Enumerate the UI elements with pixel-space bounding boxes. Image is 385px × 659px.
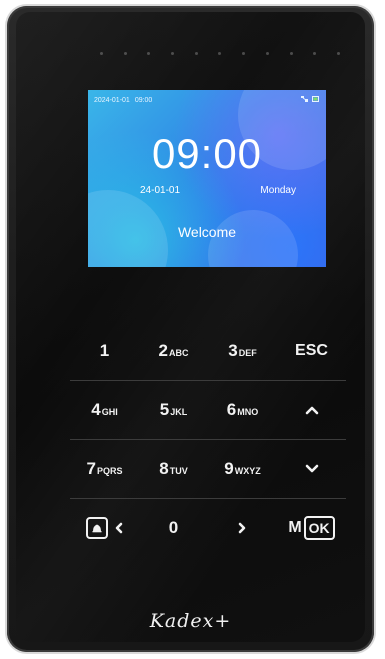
keypad-row-3: 7 PQRS 8 TUV 9 WXYZ: [70, 440, 346, 499]
keypad-row-2: 4 GHI 5 JKL 6 MNO: [70, 381, 346, 440]
sensor-dot: [123, 52, 127, 55]
key-2[interactable]: 2 ABC: [139, 341, 208, 361]
key-letters: DEF: [238, 348, 257, 358]
key-letters: MNO: [237, 407, 259, 417]
key-1[interactable]: 1: [70, 341, 139, 361]
status-date: 2024-01-01: [94, 97, 130, 104]
key-digit: 9: [224, 459, 234, 478]
sensor-dot: [265, 52, 269, 55]
key-letters: ABC: [168, 348, 189, 358]
date-line: 24-01-01 Monday: [140, 185, 296, 197]
key-esc-label: ESC: [295, 342, 328, 359]
keypad: 1 2 ABC 3 DEF ESC 4 GHI 5 JKL 6 MNO 7 PQ…: [70, 322, 346, 557]
menu-key[interactable]: M: [288, 519, 301, 537]
sensor-dot: [100, 52, 103, 55]
key-digit: 0: [168, 518, 179, 537]
key-digit: 3: [228, 341, 238, 360]
keypad-row-1: 1 2 ABC 3 DEF ESC: [70, 322, 346, 381]
chevron-up-icon: [305, 405, 319, 415]
sensor-dot: [336, 52, 340, 55]
key-down[interactable]: [277, 464, 346, 474]
status-time: 09:00: [134, 97, 153, 104]
key-6[interactable]: 6 MNO: [208, 400, 277, 420]
sensor-dot: [313, 52, 317, 55]
key-up[interactable]: [277, 405, 346, 415]
sensor-dot: [171, 52, 175, 55]
key-letters: TUV: [169, 466, 188, 476]
key-8[interactable]: 8 TUV: [139, 459, 208, 479]
key-bell-left[interactable]: [70, 517, 139, 539]
key-menu-ok: M OK: [277, 516, 346, 540]
key-digit: 7: [86, 459, 96, 478]
key-5[interactable]: 5 JKL: [139, 400, 208, 420]
sensor-dot: [289, 52, 293, 55]
key-digit: 5: [159, 400, 170, 419]
sensor-dot: [242, 52, 246, 55]
status-icons: [301, 95, 320, 106]
key-digit: 1: [99, 341, 110, 360]
key-esc[interactable]: ESC: [277, 342, 346, 360]
keypad-row-4: 0 M OK: [70, 499, 346, 557]
status-datetime: 2024-01-01 09:00: [94, 96, 157, 105]
key-digit: 2: [158, 341, 168, 360]
key-digit: 6: [226, 400, 237, 419]
device-body: 2024-01-01 09:00 09:00 24-01-01 Monday We…: [7, 6, 374, 652]
chevron-right-icon: [238, 522, 247, 534]
key-letters: PQRS: [96, 466, 123, 476]
key-7[interactable]: 7 PQRS: [70, 459, 139, 479]
sensor-dot: [218, 52, 222, 55]
battery-icon: [312, 95, 320, 106]
chevron-left-icon[interactable]: [114, 522, 123, 534]
sensor-dot: [147, 52, 151, 55]
key-9[interactable]: 9 WXYZ: [208, 459, 277, 479]
network-icon: [301, 95, 309, 106]
sensor-dots: [100, 52, 340, 55]
key-3[interactable]: 3 DEF: [208, 341, 277, 361]
key-0[interactable]: 0: [139, 518, 208, 538]
key-digit: 8: [159, 459, 169, 478]
weekday: Monday: [260, 185, 296, 196]
key-right[interactable]: [208, 522, 277, 534]
doorbell-icon[interactable]: [86, 517, 108, 539]
clock-display: 09:00: [151, 130, 263, 177]
key-digit: 4: [91, 400, 101, 419]
sensor-dot: [194, 52, 198, 55]
screen-status-bar: 2024-01-01 09:00: [94, 95, 320, 106]
key-4[interactable]: 4 GHI: [70, 400, 139, 420]
date-short: 24-01-01: [140, 185, 181, 196]
key-letters: JKL: [170, 407, 188, 417]
brand-logo: Kadex+: [149, 610, 232, 632]
key-letters: WXYZ: [234, 466, 261, 476]
chevron-down-icon: [305, 464, 319, 474]
ok-key[interactable]: OK: [303, 516, 335, 540]
welcome-message: Welcome: [177, 224, 237, 240]
key-letters: GHI: [101, 407, 118, 417]
lcd-screen: 2024-01-01 09:00 09:00 24-01-01 Monday We…: [88, 90, 326, 267]
